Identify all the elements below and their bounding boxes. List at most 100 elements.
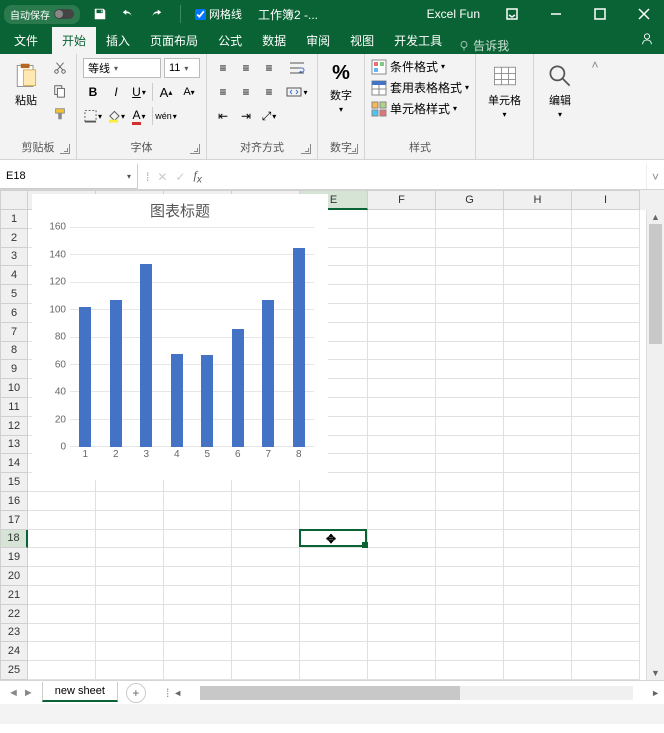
tab-home[interactable]: 开始 bbox=[52, 27, 96, 54]
shrink-font-button[interactable]: A▾ bbox=[179, 82, 199, 102]
expand-formula-button[interactable]: ˅ bbox=[646, 164, 664, 189]
cell[interactable] bbox=[28, 548, 96, 567]
cell[interactable] bbox=[572, 454, 640, 473]
scroll-up-icon[interactable]: ▲ bbox=[647, 210, 664, 224]
row-header[interactable]: 10 bbox=[0, 379, 28, 398]
chart-title[interactable]: 图表标题 bbox=[32, 194, 328, 227]
cell[interactable] bbox=[504, 624, 572, 643]
border-button[interactable]: ▾ bbox=[83, 106, 103, 126]
cell[interactable] bbox=[504, 511, 572, 530]
cell[interactable] bbox=[572, 624, 640, 643]
tell-me[interactable]: 告诉我 bbox=[458, 37, 509, 54]
cell[interactable] bbox=[572, 323, 640, 342]
cell[interactable] bbox=[504, 661, 572, 680]
cell[interactable] bbox=[572, 304, 640, 323]
cell[interactable] bbox=[504, 398, 572, 417]
cell[interactable] bbox=[368, 511, 436, 530]
dialog-launcher-icon[interactable] bbox=[348, 144, 358, 154]
cell-styles-button[interactable]: 单元格样式▾ bbox=[371, 100, 469, 117]
cell[interactable] bbox=[232, 605, 300, 624]
cell[interactable] bbox=[436, 530, 504, 549]
number-format-button[interactable]: % 数字 ▾ bbox=[324, 58, 358, 118]
cell[interactable] bbox=[504, 210, 572, 229]
row-header[interactable]: 20 bbox=[0, 567, 28, 586]
cell[interactable] bbox=[436, 436, 504, 455]
cell[interactable] bbox=[164, 605, 232, 624]
cell[interactable] bbox=[436, 624, 504, 643]
cell[interactable] bbox=[504, 417, 572, 436]
tab-insert[interactable]: 插入 bbox=[96, 27, 140, 54]
cell[interactable] bbox=[436, 586, 504, 605]
copy-button[interactable] bbox=[50, 81, 70, 101]
cell[interactable] bbox=[368, 266, 436, 285]
maximize-button[interactable] bbox=[580, 0, 620, 28]
align-left-button[interactable]: ≡ bbox=[213, 82, 233, 102]
spreadsheet-grid[interactable]: ABCDEFGHI 123456789101112131415161718192… bbox=[0, 190, 664, 680]
cell[interactable] bbox=[164, 586, 232, 605]
cell[interactable] bbox=[368, 605, 436, 624]
cell[interactable] bbox=[368, 454, 436, 473]
cell[interactable] bbox=[96, 492, 164, 511]
cell[interactable] bbox=[28, 624, 96, 643]
font-color-button[interactable]: A▾ bbox=[129, 106, 149, 126]
row-header[interactable]: 5 bbox=[0, 285, 28, 304]
cell[interactable] bbox=[28, 530, 96, 549]
gridlines-checkbox[interactable]: 网格线 bbox=[195, 6, 242, 22]
dialog-launcher-icon[interactable] bbox=[60, 144, 70, 154]
cell[interactable] bbox=[368, 624, 436, 643]
ribbon-options-button[interactable] bbox=[492, 0, 532, 28]
cell[interactable] bbox=[164, 567, 232, 586]
cell[interactable] bbox=[96, 642, 164, 661]
col-header[interactable]: F bbox=[368, 190, 436, 210]
cell[interactable] bbox=[368, 248, 436, 267]
row-header[interactable]: 9 bbox=[0, 360, 28, 379]
cell[interactable] bbox=[164, 642, 232, 661]
cell[interactable] bbox=[436, 229, 504, 248]
cell[interactable] bbox=[232, 548, 300, 567]
table-format-button[interactable]: 套用表格格式▾ bbox=[371, 79, 469, 96]
col-header[interactable]: H bbox=[504, 190, 572, 210]
cell[interactable] bbox=[232, 642, 300, 661]
chart-bar[interactable] bbox=[171, 354, 183, 448]
minimize-button[interactable] bbox=[536, 0, 576, 28]
cell[interactable] bbox=[504, 248, 572, 267]
autosave-toggle[interactable]: 自动保存 bbox=[4, 5, 80, 24]
orientation-button[interactable]: ⤢▾ bbox=[259, 106, 279, 126]
phonetic-button[interactable]: wén▾ bbox=[156, 106, 176, 126]
cell[interactable] bbox=[232, 530, 300, 549]
cell[interactable] bbox=[164, 661, 232, 680]
undo-button[interactable] bbox=[118, 4, 138, 24]
editing-button[interactable]: 编辑 ▾ bbox=[540, 58, 580, 123]
align-right-button[interactable]: ≡ bbox=[259, 82, 279, 102]
nav-next-icon[interactable]: ► bbox=[23, 687, 34, 699]
row-header[interactable]: 17 bbox=[0, 511, 28, 530]
merge-button[interactable]: ▾ bbox=[283, 82, 311, 102]
font-family-select[interactable]: 等线▾ bbox=[83, 58, 161, 78]
cell[interactable] bbox=[504, 454, 572, 473]
cell[interactable] bbox=[368, 379, 436, 398]
scroll-left-icon[interactable]: ◄ bbox=[169, 688, 186, 698]
cell[interactable] bbox=[572, 661, 640, 680]
cell[interactable] bbox=[368, 304, 436, 323]
cell[interactable] bbox=[436, 342, 504, 361]
paste-button[interactable]: 粘贴 bbox=[6, 58, 46, 112]
cell[interactable] bbox=[504, 605, 572, 624]
increase-indent-button[interactable]: ⇥ bbox=[236, 106, 256, 126]
save-button[interactable] bbox=[90, 4, 110, 24]
align-bottom-button[interactable]: ≡ bbox=[259, 58, 279, 78]
name-box[interactable]: E18▾ bbox=[0, 164, 138, 189]
cell[interactable] bbox=[504, 586, 572, 605]
cell[interactable] bbox=[504, 530, 572, 549]
row-header[interactable]: 23 bbox=[0, 624, 28, 643]
cell[interactable] bbox=[300, 548, 368, 567]
cell[interactable] bbox=[436, 398, 504, 417]
row-header[interactable]: 19 bbox=[0, 548, 28, 567]
cell[interactable] bbox=[28, 586, 96, 605]
tab-data[interactable]: 数据 bbox=[252, 27, 296, 54]
formula-input[interactable] bbox=[210, 164, 646, 189]
cell[interactable] bbox=[504, 379, 572, 398]
align-top-button[interactable]: ≡ bbox=[213, 58, 233, 78]
cell[interactable] bbox=[368, 398, 436, 417]
row-header[interactable]: 21 bbox=[0, 586, 28, 605]
select-all-corner[interactable] bbox=[0, 190, 28, 210]
